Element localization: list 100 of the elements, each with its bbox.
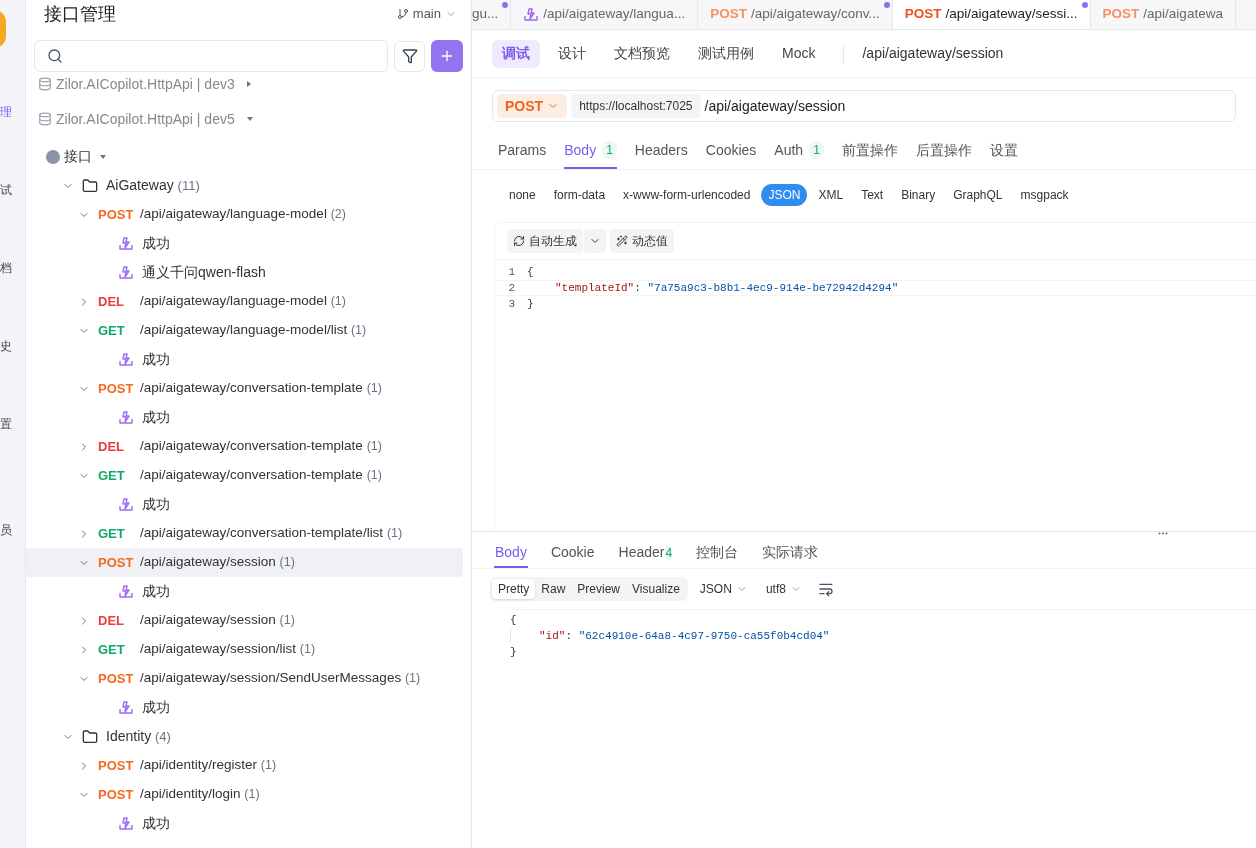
dynamic-value-button[interactable]: 动态值 — [610, 229, 674, 253]
url-bar[interactable]: POST https://localhost:7025 /api/aigateway/session — [492, 90, 1236, 122]
example-name[interactable]: 成功 — [142, 494, 170, 515]
endpoint-row[interactable]: POST /api/aigateway/session (1) — [26, 548, 463, 577]
generate-menu-button[interactable] — [584, 229, 606, 253]
request-section-tab[interactable]: Cookies — [705, 133, 757, 169]
tree-item[interactable]: 接口 — [64, 146, 92, 167]
sidebar-title: 接口管理 — [44, 2, 116, 26]
example-name[interactable]: 成功 — [142, 407, 170, 428]
endpoint-row[interactable]: GET /api/aigateway/language-model/list (1) — [26, 316, 463, 345]
rail-item[interactable]: 档 — [0, 259, 12, 277]
example-icon — [523, 6, 540, 23]
url-path[interactable]: /api/aigateway/session — [704, 95, 846, 117]
folder-name[interactable]: AiGateway (11) — [106, 175, 200, 196]
branch-selector[interactable]: main — [396, 4, 457, 24]
project-name[interactable]: Zilor.AICopilot.HttpApi | dev5 — [56, 108, 235, 130]
mode-tab[interactable]: Mock — [772, 39, 826, 68]
request-section-tab[interactable]: Body 1 — [564, 133, 617, 169]
request-tab[interactable]: POST /api/aigateway/sessi... — [892, 0, 1091, 29]
endpoint-path: /api/aigateway/session (1) — [140, 553, 295, 572]
request-tab[interactable]: POST /api/aigateway/conv... — [698, 0, 893, 29]
endpoint-row[interactable]: DEL /api/aigateway/language-model (1) — [26, 287, 463, 316]
mode-tab[interactable]: 测试用例 — [688, 39, 764, 68]
response-tab[interactable]: 实际请求 — [761, 538, 820, 568]
response-tab[interactable]: Body — [494, 538, 528, 568]
line-number: 1 — [507, 264, 516, 280]
view-mode-option[interactable]: Preview — [571, 579, 627, 599]
endpoint-path: /api/aigateway/language-model (1) — [140, 292, 346, 311]
endpoint-row[interactable]: POST /api/aigateway/language-model (2) — [26, 200, 463, 229]
response-tab[interactable]: Cookie — [549, 538, 596, 568]
endpoint-row[interactable]: GET /api/aigateway/conversation-template/list (1) — [26, 519, 463, 548]
view-mode-option[interactable]: Raw — [535, 579, 572, 599]
rail-item[interactable]: 试 — [0, 181, 12, 199]
endpoint-row[interactable]: POST /api/identity/register (1) — [26, 751, 463, 780]
method-label: DEL — [98, 292, 124, 311]
endpoint-row[interactable]: POST /api/aigateway/conversation-template (1) — [26, 374, 463, 403]
encoding-selector[interactable]: utf8 — [765, 580, 802, 598]
rail-item[interactable]: 史 — [0, 337, 12, 355]
method-label: POST — [98, 379, 134, 398]
method-label: GET — [98, 466, 125, 485]
base-url[interactable]: https://localhost:7025 — [571, 94, 701, 118]
request-section-tab[interactable]: Headers — [634, 133, 688, 169]
request-section-tab[interactable]: 设置 — [989, 133, 1018, 169]
endpoint-row[interactable]: POST /api/identity/login (1) — [26, 780, 463, 809]
resize-handle[interactable] — [1158, 532, 1168, 535]
endpoint-row[interactable]: GET /api/aigateway/conversation-template (1) — [26, 461, 463, 490]
example-icon — [118, 264, 134, 281]
body-type-option[interactable]: x-www-form-urlencoded — [616, 184, 758, 206]
endpoint-path: /api/aigateway/session/SendUserMessages (1) — [140, 669, 421, 688]
method-label: GET — [98, 524, 125, 543]
endpoint-row[interactable]: GET /api/aigateway/session/list (1) — [26, 635, 463, 664]
rail-item[interactable]: 置 — [0, 415, 12, 433]
method-label: POST — [98, 785, 134, 804]
endpoint-row[interactable]: POST /api/aigateway/session/SendUserMessages (1) — [26, 664, 463, 693]
request-tab[interactable]: /api/aigateway/langua... — [511, 0, 699, 29]
response-tab[interactable]: 控制台 — [695, 538, 740, 568]
body-type-option[interactable]: form-data — [546, 184, 613, 206]
request-section-tab[interactable]: 前置操作 — [841, 133, 898, 169]
example-icon — [118, 235, 134, 252]
mode-tab[interactable]: 调试 — [492, 39, 540, 68]
wand-icon — [616, 235, 628, 247]
example-name[interactable]: 成功 — [142, 813, 170, 834]
wrap-icon[interactable] — [817, 581, 834, 597]
rail-item[interactable]: 员 — [0, 521, 12, 539]
example-name[interactable]: 通义千问qwen-flash — [142, 262, 266, 283]
rail-item[interactable]: 理 — [0, 103, 12, 121]
response-tab[interactable]: Header4 — [617, 538, 674, 568]
search-field[interactable] — [34, 40, 388, 72]
add-button[interactable] — [431, 40, 463, 72]
body-type-option[interactable]: none — [502, 184, 543, 206]
example-name[interactable]: 成功 — [142, 233, 170, 254]
method-label: POST — [1102, 5, 1140, 24]
request-tab[interactable]: gu... — [472, 0, 512, 29]
generate-button[interactable]: 自动生成 — [507, 229, 583, 253]
endpoint-row[interactable]: DEL /api/aigateway/conversation-template (1) — [26, 432, 463, 461]
method-label: DEL — [98, 611, 124, 630]
format-selector[interactable]: JSON — [699, 580, 748, 598]
request-section-tab[interactable]: 后置操作 — [915, 133, 972, 169]
tab-label: /api/aigatewa — [1143, 5, 1223, 24]
body-type-option[interactable]: GraphQL — [946, 184, 1010, 206]
body-type-option[interactable]: msgpack — [1013, 184, 1076, 206]
filter-button[interactable] — [394, 40, 425, 72]
endpoint-row[interactable]: DEL /api/aigateway/session (1) — [26, 606, 463, 635]
view-mode-option[interactable]: Visualize — [626, 579, 686, 599]
body-type-option[interactable]: Text — [854, 184, 891, 206]
mode-tab[interactable]: 文档预览 — [604, 39, 680, 68]
view-mode-option[interactable]: Pretty — [492, 579, 536, 599]
body-type-option[interactable]: Binary — [894, 184, 943, 206]
request-section-tab[interactable]: Auth 1 — [774, 133, 824, 169]
mode-tab[interactable]: 设计 — [548, 39, 596, 68]
database-icon — [38, 77, 52, 91]
project-name[interactable]: Zilor.AICopilot.HttpApi | dev3 — [56, 73, 235, 95]
body-type-option[interactable]: XML — [811, 184, 851, 206]
code-editor[interactable]: 1 { 2 "templateId": "7a75a9c3-b8b1-4ec9-914e-be72942d4294" 3 } — [495, 259, 1256, 531]
folder-name[interactable]: Identity (4) — [106, 726, 171, 747]
example-name[interactable]: 成功 — [142, 349, 170, 370]
request-section-tab[interactable]: Params — [498, 133, 547, 169]
example-name[interactable]: 成功 — [142, 581, 170, 602]
request-tab[interactable]: POST /api/aigatewa — [1090, 0, 1236, 29]
example-name[interactable]: 成功 — [142, 697, 170, 718]
